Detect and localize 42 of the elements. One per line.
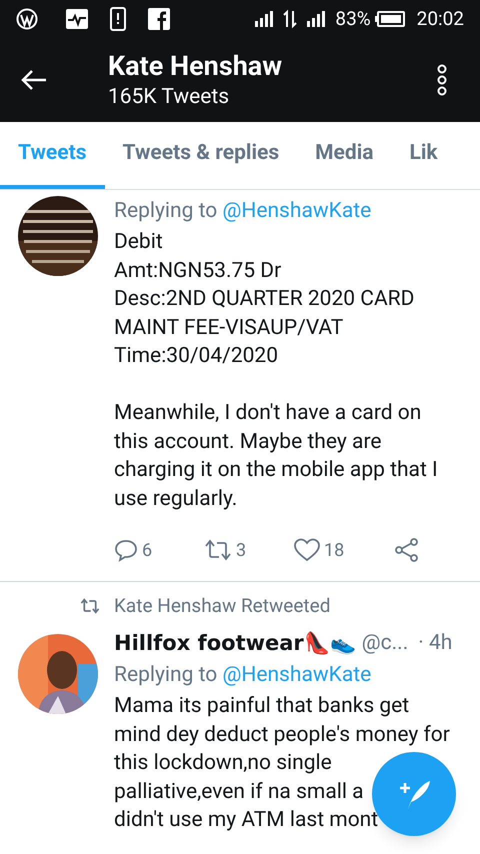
retweet-button[interactable]: 3 <box>204 536 294 564</box>
share-button[interactable] <box>394 538 420 562</box>
tab[interactable]: Tweets & replies <box>104 122 298 189</box>
reply-button[interactable]: 6 <box>114 536 204 564</box>
phone-alert-icon <box>110 7 126 31</box>
reply-icon <box>114 538 138 562</box>
author-name: Hillfox footwear👠👟 <box>114 630 356 658</box>
battery-percent: 83% <box>335 6 371 32</box>
replying-label: Replying to <box>114 663 218 687</box>
tweet-time: · 4h <box>418 630 452 658</box>
tweet-text-line: Mama its painful that banks get <box>114 693 410 720</box>
tweet-text-line: didn't use my ATM last mont <box>114 807 378 834</box>
replying-label: Replying to <box>114 199 218 223</box>
tab[interactable]: Lik <box>392 122 456 189</box>
facebook-icon <box>148 8 170 30</box>
author-handle: @c... <box>362 630 408 658</box>
share-icon <box>394 538 420 562</box>
retweet-icon <box>204 539 232 561</box>
mention-link[interactable]: @HenshawKate <box>222 199 372 223</box>
more-options-icon <box>436 64 448 96</box>
like-button[interactable]: 18 <box>294 536 394 564</box>
signal-icon <box>305 9 328 29</box>
signal-icon <box>253 9 276 29</box>
battery-icon <box>374 11 405 27</box>
retweeted-label: Kate Henshaw Retweeted <box>114 592 330 619</box>
tab[interactable]: Media <box>297 122 392 189</box>
back-arrow-icon <box>20 68 48 92</box>
heart-icon <box>294 538 320 562</box>
mention-link[interactable]: @HenshawKate <box>222 663 372 687</box>
tweet-text-line: palliative,even if na small a <box>114 778 364 806</box>
tweet-text: Debit Amt:NGN53.75 Dr Desc:2ND QUARTER 2020 CARD MAINT FEE-VISAUP/VAT Time:30/04/2020 <box>114 229 416 370</box>
clock: 20:02 <box>416 6 464 32</box>
tweet-text-line: this lockdown,no single <box>114 750 332 777</box>
tweet-count: 165K Tweets <box>108 84 230 111</box>
wordpress-icon <box>16 8 38 30</box>
retweet-icon <box>80 598 100 614</box>
data-transfer-icon <box>283 9 298 29</box>
tweet-text-line: mind dey deduct people's money for <box>114 722 450 748</box>
profile-name: Kate Henshaw <box>108 49 284 83</box>
tweet-text: Meanwhile, I don't have a card on this account. Maybe they are charging it on the mobile app that I use regularly. <box>114 400 439 512</box>
activity-icon <box>66 9 88 29</box>
tab[interactable]: Tweets <box>0 122 104 189</box>
